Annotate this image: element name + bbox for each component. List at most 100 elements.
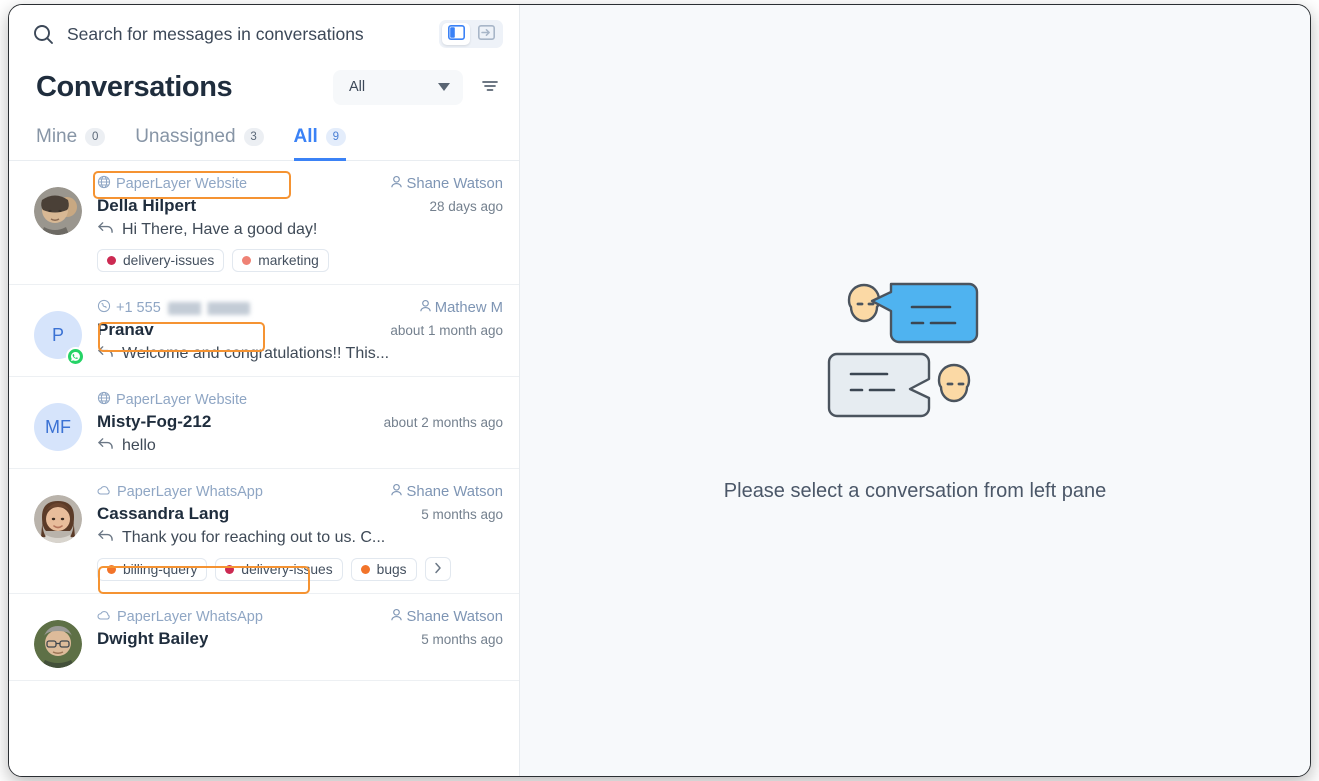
conversation-title-row: Della Hilpert 28 days ago xyxy=(97,196,503,216)
tag-color-dot xyxy=(225,564,235,574)
conversation-content: +1 555 Mathew M Pranav about 1 month ago… xyxy=(90,297,503,364)
conversation-item[interactable]: MF PaperLayer Website Misty-Fog-212 abou… xyxy=(9,377,519,469)
tab-count: 9 xyxy=(325,128,346,146)
redacted-phone-digits xyxy=(167,301,250,315)
panel-left-icon xyxy=(447,25,465,43)
timestamp: 28 days ago xyxy=(429,199,503,214)
whatsapp-badge-icon xyxy=(66,347,85,366)
timestamp: 5 months ago xyxy=(421,632,503,647)
empty-state-message: Please select a conversation from left p… xyxy=(723,480,1107,502)
contact-name: Dwight Bailey xyxy=(97,629,209,648)
tag-list: billing-query delivery-issues bugs xyxy=(97,557,503,581)
channel-name: PaperLayer Website xyxy=(116,392,248,408)
channel-name: PaperLayer Website xyxy=(116,176,248,192)
conversation-meta-row: PaperLayer WhatsApp Shane Watson xyxy=(97,606,503,628)
cloud-icon xyxy=(97,484,112,501)
conversation-item[interactable]: PaperLayer WhatsApp Shane Watson xyxy=(9,594,519,681)
conversation-content: PaperLayer Website Shane Watson Della Hi… xyxy=(90,173,503,272)
conversation-title-row: Dwight Bailey 5 months ago xyxy=(97,629,503,649)
conversation-meta-row: PaperLayer Website Shane Watson xyxy=(97,173,503,195)
message-preview: Hi There, Have a good day! xyxy=(97,220,503,240)
reply-arrow-icon xyxy=(97,436,114,456)
filter-button[interactable] xyxy=(477,74,503,100)
conversation-content: PaperLayer WhatsApp Shane Watson xyxy=(90,481,503,581)
tab-unassigned[interactable]: Unassigned 3 xyxy=(135,126,264,161)
search-bar xyxy=(9,5,519,63)
timestamp: 5 months ago xyxy=(421,507,503,522)
user-icon xyxy=(390,483,403,501)
assignee-name: Mathew M xyxy=(434,300,503,316)
tag-color-dot xyxy=(242,256,252,265)
tag[interactable]: delivery-issues xyxy=(97,249,225,272)
tab-label: All xyxy=(293,126,318,147)
tag[interactable]: marketing xyxy=(232,249,329,272)
tag[interactable]: billing-query xyxy=(97,557,208,581)
cloud-icon xyxy=(97,609,112,626)
tag[interactable]: bugs xyxy=(350,557,417,581)
channel-label: PaperLayer Website xyxy=(97,391,247,409)
tag-label: billing-query xyxy=(123,561,198,577)
avatar-wrapper: P xyxy=(34,297,90,366)
avatar-wrapper xyxy=(34,606,90,668)
assignee-name: Shane Watson xyxy=(406,176,503,192)
tab-label: Unassigned xyxy=(135,126,236,147)
tab-mine[interactable]: Mine 0 xyxy=(36,126,106,161)
layout-toggle-group xyxy=(439,20,503,48)
search-icon xyxy=(31,22,55,46)
status-filter-value: All xyxy=(349,79,366,95)
search-input[interactable] xyxy=(55,23,439,45)
conversation-title-row: Misty-Fog-212 about 2 months ago xyxy=(97,412,503,432)
avatar-wrapper xyxy=(34,481,90,581)
avatar: MF xyxy=(34,403,82,451)
conversation-tabs: Mine 0 Unassigned 3 All 9 xyxy=(9,113,519,161)
tab-all[interactable]: All 9 xyxy=(293,126,346,161)
user-icon xyxy=(390,608,403,626)
channel-name: PaperLayer WhatsApp xyxy=(117,609,263,625)
tag-label: delivery-issues xyxy=(123,253,215,268)
assignee-name: Shane Watson xyxy=(406,609,503,625)
conversation-meta-row: +1 555 Mathew M xyxy=(97,297,503,319)
avatar xyxy=(34,495,82,543)
reply-arrow-icon xyxy=(97,528,114,548)
page-title: Conversations xyxy=(36,71,233,103)
tag-label: delivery-issues xyxy=(241,561,333,577)
globe-icon xyxy=(97,175,111,193)
contact-name: Cassandra Lang xyxy=(97,504,230,523)
user-icon xyxy=(419,299,432,317)
conversation-item[interactable]: PaperLayer WhatsApp Shane Watson xyxy=(9,469,519,594)
header-row: Conversations All xyxy=(9,63,519,113)
channel-label: +1 555 xyxy=(97,299,250,317)
tag-color-dot xyxy=(107,256,116,265)
contact-name: Della Hilpert xyxy=(97,196,197,215)
tag-color-dot xyxy=(107,564,116,574)
avatar-wrapper: MF xyxy=(34,389,90,456)
preview-text: Hi There, Have a good day! xyxy=(122,221,318,238)
more-tags-button[interactable] xyxy=(424,557,451,581)
two-people-chat-bubbles-illustration xyxy=(825,278,1005,438)
conversation-content: PaperLayer WhatsApp Shane Watson xyxy=(90,606,503,668)
conversation-meta-row: PaperLayer Website xyxy=(97,389,503,411)
tab-count: 0 xyxy=(85,128,106,146)
channel-label: PaperLayer WhatsApp xyxy=(97,484,263,501)
tag[interactable]: delivery-issues xyxy=(215,557,343,581)
preview-text: Thank you for reaching out to us. C... xyxy=(122,529,386,546)
assignee: Shane Watson xyxy=(390,175,503,193)
panel-expand-icon xyxy=(477,25,495,43)
avatar xyxy=(34,187,82,235)
conversation-item[interactable]: PaperLayer Website Shane Watson Della Hi… xyxy=(9,161,519,285)
conversation-item[interactable]: P +1 555 Mathew M Pranav about 1 month a… xyxy=(9,285,519,377)
conversations-pane: Conversations All Mine 0 xyxy=(9,5,520,776)
status-filter-dropdown[interactable]: All xyxy=(333,69,463,105)
assignee: Mathew M xyxy=(419,299,503,317)
conversation-list[interactable]: PaperLayer Website Shane Watson Della Hi… xyxy=(9,161,519,776)
tag-list: delivery-issues marketing xyxy=(97,249,503,272)
contact-name: Pranav xyxy=(97,320,154,339)
conversation-content: PaperLayer Website Misty-Fog-212 about 2… xyxy=(90,389,503,456)
preview-text: Welcome and congratulations!! This... xyxy=(122,345,390,362)
avatar-initials: MF xyxy=(45,416,71,437)
app-window: Conversations All Mine 0 xyxy=(8,4,1311,777)
expand-panel-layout-button[interactable] xyxy=(472,23,500,45)
chevron-down-icon xyxy=(438,83,450,91)
conversation-meta-row: PaperLayer WhatsApp Shane Watson xyxy=(97,481,503,503)
split-panel-layout-button[interactable] xyxy=(442,23,470,45)
